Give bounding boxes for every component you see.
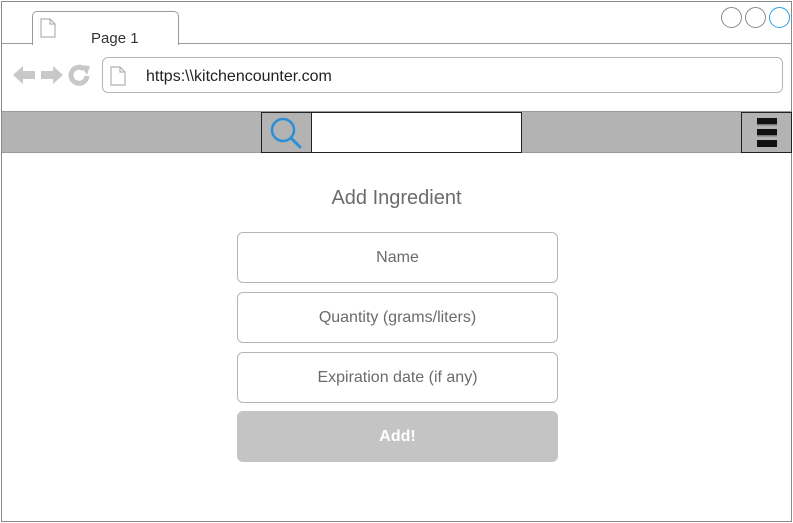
- search-button[interactable]: [261, 112, 312, 153]
- page-icon: [110, 66, 126, 86]
- app-toolbar: [2, 111, 792, 153]
- tab-page-1[interactable]: Page 1: [32, 11, 179, 47]
- search-icon: [270, 117, 302, 149]
- expiration-date-field[interactable]: [237, 352, 558, 403]
- tab-label: Page 1: [91, 30, 139, 47]
- forward-arrow-icon[interactable]: [40, 64, 64, 86]
- add-button[interactable]: Add!: [237, 411, 558, 462]
- name-field[interactable]: [237, 232, 558, 283]
- page-icon: [40, 18, 56, 38]
- tab-strip: Page 1: [2, 2, 791, 47]
- quantity-field[interactable]: [237, 292, 558, 343]
- close-button[interactable]: [769, 7, 790, 28]
- reload-icon[interactable]: [68, 64, 92, 86]
- nav-buttons: [12, 64, 92, 86]
- minimize-button[interactable]: [721, 7, 742, 28]
- search-input[interactable]: [312, 112, 522, 153]
- browser-window: Page 1 https:\\kitchencounter.com Add In…: [1, 1, 792, 522]
- address-url: https:\\kitchencounter.com: [146, 68, 332, 85]
- menu-button[interactable]: [741, 112, 792, 153]
- page-title: Add Ingredient: [331, 187, 462, 209]
- maximize-button[interactable]: [745, 7, 766, 28]
- hamburger-menu-icon: [757, 118, 777, 147]
- back-arrow-icon[interactable]: [12, 64, 36, 86]
- window-controls: [721, 7, 790, 28]
- address-bar[interactable]: https:\\kitchencounter.com: [102, 57, 783, 93]
